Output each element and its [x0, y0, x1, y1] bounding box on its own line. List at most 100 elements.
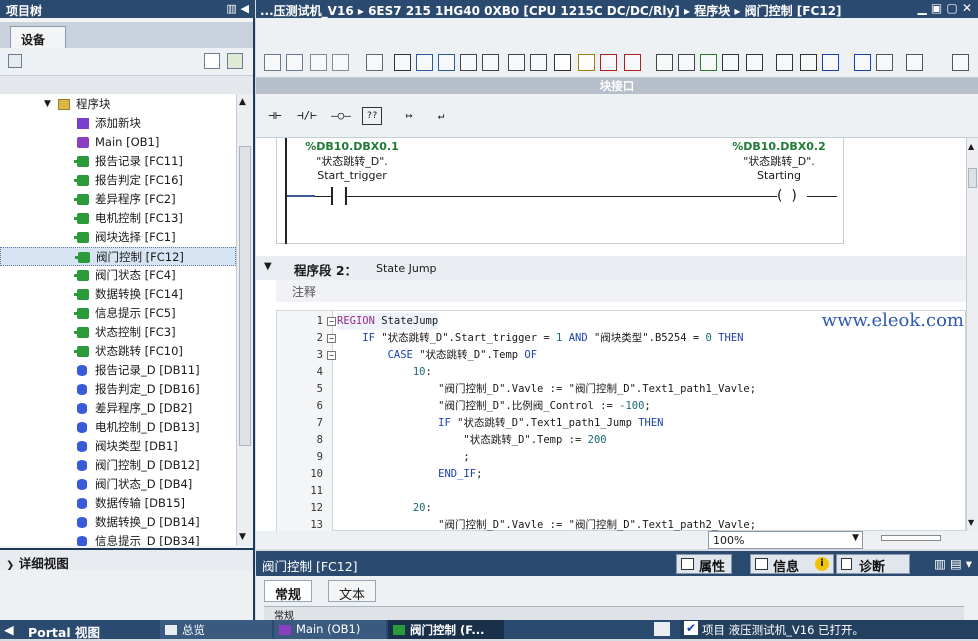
code-line[interactable]: 13 "阀门控制_D".Vavle := "阀门控制_D".Text1_path… — [277, 517, 965, 531]
detail-view-header[interactable]: ❯ 详细视图 — [0, 548, 253, 571]
toolbar-tool-icon[interactable] — [854, 54, 871, 71]
tree-item[interactable]: 阀块类型 [DB1] — [0, 437, 236, 456]
scroll-down-icon[interactable]: ▼ — [968, 518, 974, 527]
subtab-text[interactable]: 文本 — [328, 580, 377, 603]
list-view-icon[interactable] — [204, 53, 220, 69]
open-branch-button[interactable]: ↦ — [396, 106, 422, 126]
toolbar-tool-icon[interactable] — [416, 54, 433, 71]
toolbar-tool-icon[interactable] — [530, 54, 547, 71]
tree-item[interactable]: 状态跳转 [FC10] — [0, 342, 236, 361]
task-icon[interactable] — [654, 622, 670, 636]
code-line[interactable]: 10 END_IF; — [277, 466, 965, 483]
tree-item[interactable]: 差异程序 [FC2] — [0, 190, 236, 209]
code-line[interactable]: 2− IF "状态跳转_D".Start_trigger = 1 AND "阀块… — [277, 330, 965, 347]
taskbar-tab-valve[interactable]: 阀门控制 (F... — [388, 620, 504, 639]
segment-comment[interactable]: 注释 — [276, 280, 966, 302]
code-line[interactable]: 7 IF "状态跳转_D".Text1_path1_Jump THEN — [277, 415, 965, 432]
contact-operand[interactable]: %DB10.DBX0.1 "状态跳转_D". Start_trigger — [297, 140, 407, 182]
toolbar-tool-icon[interactable] — [554, 54, 571, 71]
code-line[interactable]: 9 ; — [277, 449, 965, 466]
tree-item[interactable]: 阀门控制_D [DB12] — [0, 456, 236, 475]
network-view-icon[interactable] — [8, 54, 22, 68]
tree-folder-program-blocks[interactable]: ▼ 程序块 — [0, 95, 236, 114]
tree-item[interactable]: Main [OB1] — [0, 133, 236, 152]
subtab-general[interactable]: 常规 — [264, 580, 313, 603]
coil-button[interactable]: –○– — [328, 106, 354, 126]
segment-2-header[interactable]: ▼ 程序段 2： State Jump — [256, 256, 966, 280]
tree-item[interactable]: 报告记录 [FC11] — [0, 152, 236, 171]
block-interface-bar[interactable]: 块接口 — [256, 78, 978, 94]
scroll-up-icon[interactable]: ▲ — [239, 97, 246, 107]
toolbar-tool-icon[interactable] — [600, 54, 617, 71]
tree-item[interactable]: 阀块选择 [FC1] — [0, 228, 236, 247]
code-line[interactable]: 3− CASE "状态跳转_D".Temp OF — [277, 347, 965, 364]
toolbar-tool-icon[interactable] — [700, 54, 717, 71]
toolbar-tool-icon[interactable] — [746, 54, 763, 71]
scroll-up-icon[interactable]: ▲ — [968, 142, 974, 151]
nc-contact-button[interactable]: ⊣/⊢ — [294, 106, 320, 126]
tree-item[interactable]: 阀门控制 [FC12] — [0, 247, 236, 266]
taskbar-tab-main[interactable]: Main (OB1) — [274, 620, 386, 639]
add-device-icon[interactable] — [227, 53, 243, 69]
tree-item[interactable]: 信息提示 [FC5] — [0, 304, 236, 323]
tree-item[interactable]: 数据转换 [FC14] — [0, 285, 236, 304]
toolbar-tool-icon[interactable] — [952, 54, 969, 71]
breadcrumb-block[interactable]: 阀门控制 [FC12] — [745, 4, 842, 18]
breadcrumb-folder[interactable]: 程序块 — [694, 4, 730, 18]
dropdown-arrow-icon[interactable]: ▼ — [852, 533, 859, 543]
code-line[interactable]: 12 20: — [277, 500, 965, 517]
zoom-select[interactable]: 100% ▼ — [708, 531, 863, 549]
segment-name[interactable]: State Jump — [376, 262, 437, 275]
fold-toggle-icon[interactable]: − — [327, 317, 336, 326]
tree-item[interactable]: 数据传输 [DB15] — [0, 494, 236, 513]
tree-scrollbar[interactable]: ▲ ▼ — [236, 94, 253, 546]
toolbar-tool-icon[interactable] — [876, 54, 893, 71]
scroll-thumb[interactable] — [239, 146, 251, 446]
toolbar-tool-icon[interactable] — [776, 54, 793, 71]
scroll-thumb[interactable] — [968, 168, 977, 188]
toolbar-tool-icon[interactable] — [822, 54, 839, 71]
tree-item[interactable]: 添加新块 — [0, 114, 236, 133]
toolbar-tool-icon[interactable] — [286, 54, 303, 71]
toolbar-tool-icon[interactable] — [722, 54, 739, 71]
window-controls[interactable]: ▁ ▣ ▢ ✕ — [918, 1, 973, 15]
coil-operand[interactable]: %DB10.DBX0.2 "状态跳转_D". Starting — [729, 140, 829, 182]
tree-item[interactable]: 报告判定_D [DB16] — [0, 380, 236, 399]
close-branch-button[interactable]: ↵ — [428, 106, 454, 126]
breadcrumb-device[interactable]: 6ES7 215 1HG40 0XB0 [CPU 1215C DC/DC/Rly… — [368, 4, 680, 18]
code-line[interactable]: 5 "阀门控制_D".Vavle := "阀门控制_D".Text1_path1… — [277, 381, 965, 398]
toolbar-tool-icon[interactable] — [332, 54, 349, 71]
tree-item[interactable]: 信息提示_D [DB34] — [0, 532, 236, 546]
tree-item[interactable]: 报告判定 [FC16] — [0, 171, 236, 190]
editor-scrollbar[interactable]: ▲ ▼ — [966, 138, 978, 531]
taskbar-tab-overview[interactable]: 总览 — [160, 620, 272, 639]
tab-info[interactable]: 信息 i — [750, 554, 834, 575]
toolbar-tool-icon[interactable] — [438, 54, 455, 71]
fold-toggle-icon[interactable]: − — [327, 334, 336, 343]
breadcrumb-project[interactable]: ...压测试机_V16 — [260, 4, 354, 18]
rung-wire-selected[interactable] — [287, 195, 315, 197]
toolbar-tool-icon[interactable] — [578, 54, 595, 71]
tree-item[interactable]: 阀门状态 [FC4] — [0, 266, 236, 285]
toolbar-tool-icon[interactable] — [366, 54, 383, 71]
scroll-down-icon[interactable]: ▼ — [239, 532, 246, 542]
toolbar-tool-icon[interactable] — [310, 54, 327, 71]
no-contact-button[interactable]: ⊣⊢ — [262, 106, 288, 126]
panel-controls[interactable]: ▥ ▤ ▾ — [934, 556, 972, 571]
code-line[interactable]: 6 "阀门控制_D".比例阀_Control := -100; — [277, 398, 965, 415]
toolbar-tool-icon[interactable] — [800, 54, 817, 71]
code-line[interactable]: 8 "状态跳转_D".Temp := 200 — [277, 432, 965, 449]
empty-box-button[interactable]: ?? — [362, 107, 382, 125]
expand-arrow-icon[interactable]: ▼ — [44, 95, 51, 114]
toolbar-tool-icon[interactable] — [508, 54, 525, 71]
toolbar-tool-icon[interactable] — [482, 54, 499, 71]
toolbar-tool-icon[interactable] — [460, 54, 477, 71]
collapse-triangle-icon[interactable]: ▼ — [264, 261, 272, 272]
tree-item[interactable]: 报告记录_D [DB11] — [0, 361, 236, 380]
tree-item[interactable]: 状态控制 [FC3] — [0, 323, 236, 342]
tab-diagnostics[interactable]: 诊断 — [836, 554, 910, 575]
code-line[interactable]: 4 10: — [277, 364, 965, 381]
toolbar-tool-icon[interactable] — [906, 54, 923, 71]
toolbar-tool-icon[interactable] — [624, 54, 641, 71]
tab-devices[interactable]: 设备 — [10, 26, 66, 48]
